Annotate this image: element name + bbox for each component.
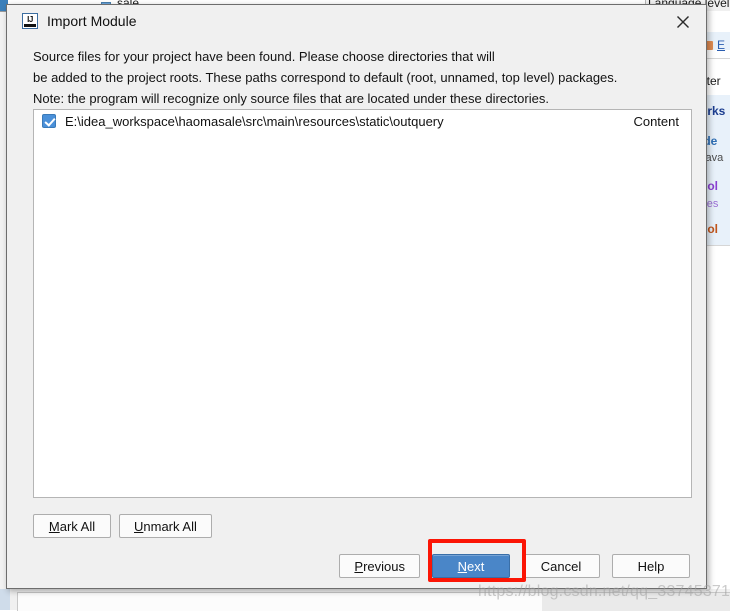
table-row[interactable]: E:\idea_workspace\haomasale\src\main\res… — [34, 110, 691, 132]
ide-bottom-accent — [0, 589, 10, 610]
dialog-icon-text: IJ — [27, 15, 33, 24]
previous-button[interactable]: Previous — [339, 554, 420, 578]
cancel-label: Cancel — [540, 558, 582, 574]
description-line-2: be added to the project roots. These pat… — [33, 70, 618, 85]
next-label: ext — [467, 558, 485, 574]
dialog-titlebar: IJ Import Module — [7, 5, 706, 37]
row-checkbox[interactable] — [42, 114, 56, 128]
intellij-idea-icon: IJ — [22, 13, 38, 29]
dialog-description: Source files for your project have been … — [33, 46, 673, 109]
unmark-all-button[interactable]: Unmark All — [119, 514, 212, 538]
close-icon[interactable] — [670, 10, 696, 34]
description-line-1: Source files for your project have been … — [33, 49, 495, 64]
help-label: Help — [637, 558, 665, 574]
ide-bottom-left-panel — [17, 592, 542, 611]
mark-all-mnemonic: M — [48, 518, 60, 534]
mark-button-group: Mark All Unmark All — [33, 514, 212, 538]
next-mnemonic: N — [457, 558, 468, 574]
previous-label: revious — [363, 558, 405, 574]
import-module-dialog: IJ Import Module Source files for your p… — [6, 4, 707, 589]
dialog-title: Import Module — [47, 13, 137, 29]
source-directories-list[interactable]: E:\idea_workspace\haomasale\src\main\res… — [33, 109, 692, 498]
row-path-label: E:\idea_workspace\haomasale\src\main\res… — [65, 113, 444, 129]
description-line-3: Note: the program will recognize only so… — [33, 91, 549, 106]
dialog-action-buttons: Previous Next Cancel Help — [339, 554, 690, 578]
unmark-all-mnemonic: U — [134, 518, 144, 534]
previous-mnemonic: P — [354, 558, 364, 574]
cancel-button[interactable]: Cancel — [522, 554, 600, 578]
ide-rp-row-0[interactable]: E — [717, 38, 730, 52]
mark-all-button[interactable]: Mark All — [33, 514, 111, 538]
next-button[interactable]: Next — [432, 554, 510, 578]
help-button[interactable]: Help — [612, 554, 690, 578]
ide-bottom-right-panel — [542, 592, 730, 611]
mark-all-label: ark All — [59, 518, 96, 534]
unmark-all-label: nmark All — [143, 518, 197, 534]
row-content-label: Content — [633, 113, 679, 129]
